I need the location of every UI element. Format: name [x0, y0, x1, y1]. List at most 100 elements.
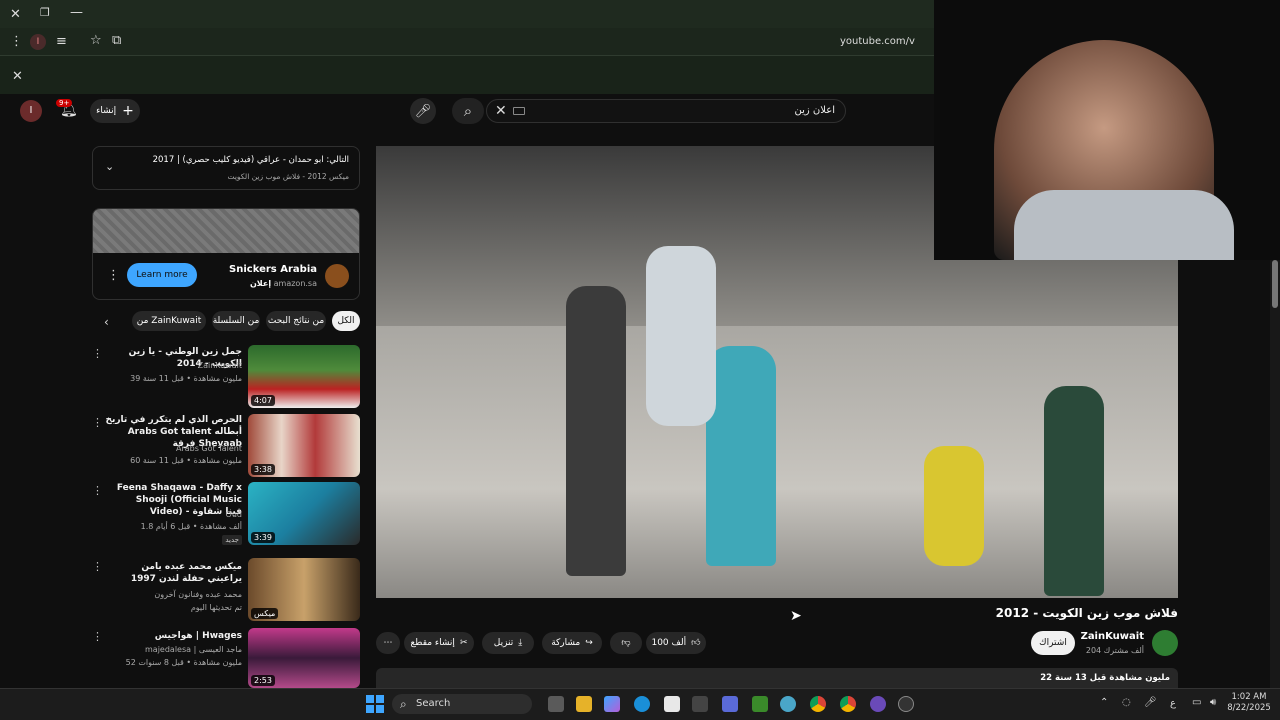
ad-card[interactable]: ⋮ Learn more Snickers Arabia إعلان amazo… [92, 208, 360, 300]
account-avatar[interactable]: I [20, 100, 42, 122]
taskbar-search[interactable]: ⌕ Search [392, 694, 532, 714]
minimize-window-icon[interactable]: — [70, 6, 83, 19]
related-channel[interactable]: محمد عبده وفنانون آخرون [102, 590, 242, 599]
related-item-5[interactable]: ⋮ 2:53 هواجيس | Hwages majedalesa | ماجد… [92, 628, 360, 688]
url-field[interactable]: youtube.com/v [840, 36, 934, 47]
network-icon[interactable]: ◌ [1122, 698, 1131, 708]
microphone-icon[interactable]: 🎤︎ [1144, 698, 1157, 708]
item-menu-icon[interactable]: ⋮ [92, 630, 103, 643]
chevron-down-icon[interactable]: ⌄ [105, 161, 114, 172]
like-button[interactable]: 100 ألف 👍︎ [646, 632, 706, 654]
thumbnail[interactable]: 2:53 [248, 628, 360, 688]
file-explorer-icon[interactable] [576, 696, 592, 712]
chip-all[interactable]: الكل [332, 311, 360, 331]
related-title[interactable]: ميكس محمد عبده يامن يراعيني حفلة لندن 19… [104, 561, 242, 585]
microphone-icon: 🎤︎ [414, 103, 432, 119]
input-language[interactable]: ع [1170, 698, 1176, 709]
related-channel[interactable]: Oud [102, 510, 242, 519]
thumbnail[interactable]: 3:39 [248, 482, 360, 545]
app-icon[interactable] [692, 696, 708, 712]
item-menu-icon[interactable]: ⋮ [92, 560, 103, 573]
related-meta: 1.8 ألف مشاهدة • قبل 6 أيام [140, 522, 242, 531]
app-icon[interactable] [898, 696, 914, 712]
voice-search-button[interactable]: 🎤︎ [410, 98, 436, 124]
page-scrollbar[interactable] [1270, 260, 1280, 688]
bookmark-star-icon[interactable]: ☆ [90, 34, 102, 47]
related-meta: 60 مليون مشاهدة • قبل 11 سنة [130, 456, 242, 465]
chrome-icon[interactable] [810, 696, 826, 712]
thumbnail[interactable]: 3:38 [248, 414, 360, 477]
subscribe-button[interactable]: اشتراك [1031, 631, 1075, 655]
chip-channel[interactable]: من ZainKuwait [132, 311, 206, 331]
ad-menu-icon[interactable]: ⋮ [107, 269, 120, 282]
extensions-icon[interactable]: ≡ [56, 35, 67, 48]
share-button[interactable]: مشاركة ↪ [542, 632, 602, 654]
duration-badge: 4:07 [251, 395, 275, 406]
ad-banner-image [93, 209, 359, 253]
download-button[interactable]: تنزيل ⤓ [482, 632, 534, 654]
search-input[interactable]: اعلان زين [795, 105, 835, 116]
item-menu-icon[interactable]: ⋮ [92, 347, 103, 360]
display-icon[interactable]: ▭ [1192, 698, 1201, 708]
channel-avatar[interactable] [1152, 630, 1178, 656]
item-menu-icon[interactable]: ⋮ [92, 484, 103, 497]
profile-avatar[interactable]: I [30, 34, 46, 50]
dismiss-icon[interactable]: ✕ [12, 70, 23, 83]
chrome-icon[interactable] [840, 696, 856, 712]
edge-icon[interactable] [634, 696, 650, 712]
item-menu-icon[interactable]: ⋮ [92, 416, 103, 429]
system-clock[interactable]: 1:02 AM 8/22/2025 [1226, 692, 1272, 714]
chevron-up-icon[interactable]: ⌃ [1100, 698, 1108, 708]
related-item-2[interactable]: ⋮ 3:38 الحرص الذي لم يتكرر في تاريخ Arab… [92, 414, 360, 480]
playlist-panel[interactable]: ⌄ التالي: ابو حمدان - عراقي (فيديو كليب … [92, 146, 360, 190]
info-bar: ✕ [0, 56, 934, 94]
notification-count: 9+ [56, 99, 73, 107]
description-box[interactable]: 22 مليون مشاهدة قبل 13 سنة [376, 668, 1178, 688]
dislike-button[interactable]: 👎︎ [610, 632, 642, 654]
thumbnail[interactable]: 4:07 [248, 345, 360, 408]
related-item-4[interactable]: ⋮ ميكس ميكس محمد عبده يامن يراعيني حفلة … [92, 558, 360, 624]
thumbnail[interactable]: ميكس [248, 558, 360, 621]
volume-icon[interactable]: 🔊︎ [1210, 698, 1216, 708]
clear-search-icon[interactable]: ✕ [495, 104, 507, 118]
create-label: إنشاء [96, 106, 117, 116]
chevron-left-icon[interactable]: ‹ [104, 316, 109, 328]
create-button[interactable]: إنشاء + [90, 99, 140, 123]
app-icon[interactable] [780, 696, 796, 712]
share-label: مشاركة [551, 638, 581, 648]
learn-more-button[interactable]: Learn more [127, 263, 197, 287]
browser-menu-icon[interactable]: ⋮ [10, 35, 23, 48]
like-count: 100 ألف [651, 638, 687, 648]
clip-button[interactable]: إنشاء مقطع ✂ [404, 632, 474, 654]
download-label: تنزيل [493, 638, 514, 648]
install-app-icon[interactable]: ⧉ [112, 34, 121, 47]
minecraft-icon[interactable] [752, 696, 768, 712]
related-channel[interactable]: ZainKuwait [102, 361, 242, 370]
clock-date: 8/22/2025 [1227, 703, 1271, 713]
copilot-icon[interactable] [604, 696, 620, 712]
ad-title[interactable]: Snickers Arabia [229, 264, 317, 275]
chip-series[interactable]: من السلسلة [212, 311, 260, 331]
browser-address-bar: ⋮ I ≡ ☆ ⧉ youtube.com/v [0, 28, 934, 56]
related-channel[interactable]: majedalesa | ماجد العيسى [102, 645, 242, 654]
keyboard-icon[interactable] [513, 107, 525, 115]
close-window-icon[interactable]: ✕ [10, 8, 21, 21]
related-item-1[interactable]: ⋮ 4:07 جمل زين الوطني - يا زين الكويت - … [92, 345, 360, 411]
scrollbar-thumb[interactable] [1272, 260, 1278, 308]
task-view-icon[interactable] [548, 696, 564, 712]
start-button[interactable] [366, 695, 384, 713]
related-channel[interactable]: Arabs Got Talent [102, 444, 242, 453]
channel-name[interactable]: ZainKuwait [1081, 631, 1144, 642]
related-title[interactable]: هواجيس | Hwages [104, 630, 242, 642]
search-box[interactable]: ✕ اعلان زين [486, 99, 846, 123]
related-item-3[interactable]: ⋮ 3:39 Feena Shaqawa - Daffy x Shooji (O… [92, 482, 360, 552]
store-icon[interactable] [664, 696, 680, 712]
scissors-icon: ✂ [459, 638, 468, 648]
app-icon[interactable] [870, 696, 886, 712]
duration-badge: 3:38 [251, 464, 275, 475]
app-icon[interactable] [722, 696, 738, 712]
more-actions-button[interactable]: ⋯ [376, 632, 400, 654]
search-button[interactable]: ⌕ [452, 98, 484, 124]
chip-search-results[interactable]: من نتائج البحث [266, 311, 326, 331]
restore-window-icon[interactable]: ❐ [40, 7, 50, 18]
